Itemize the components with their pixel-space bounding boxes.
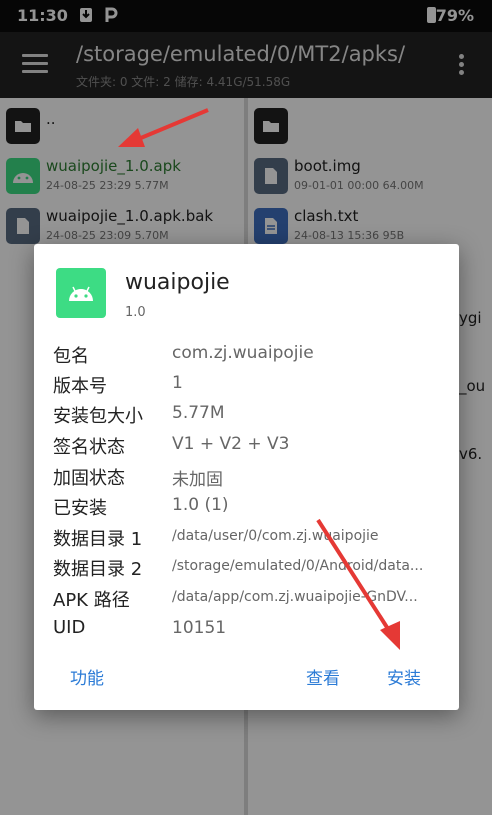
info-label-data-dir-2: 数据目录 2 — [53, 559, 143, 580]
info-label-apk-path: APK 路径 — [53, 590, 130, 611]
info-label-package: 包名 — [53, 346, 89, 367]
android-app-icon — [56, 268, 106, 318]
info-value-data-dir-1[interactable]: /data/user/0/com.zj.wuaipojie — [172, 528, 440, 544]
info-value-version-code: 1 — [172, 373, 183, 393]
app-version: 1.0 — [125, 305, 146, 320]
app-name: wuaipojie — [125, 270, 230, 295]
info-label-signature: 签名状态 — [53, 437, 125, 458]
info-value-apk-path[interactable]: /data/app/com.zj.wuaipojie-GnDV... — [172, 589, 440, 605]
install-button[interactable]: 安装 — [387, 664, 421, 689]
apk-info-dialog: wuaipojie 1.0 包名 com.zj.wuaipojie 版本号 1 … — [34, 244, 459, 710]
info-value-size: 5.77M — [172, 403, 225, 423]
info-label-protection: 加固状态 — [53, 468, 125, 489]
info-label-uid: UID — [53, 617, 86, 638]
info-value-signature: V1 + V2 + V3 — [172, 434, 290, 454]
info-label-data-dir-1: 数据目录 1 — [53, 529, 143, 550]
info-value-package: com.zj.wuaipojie — [172, 343, 314, 363]
info-value-protection: 未加固 — [172, 470, 223, 490]
info-value-installed: 1.0 (1) — [172, 495, 229, 515]
info-value-data-dir-2[interactable]: /storage/emulated/0/Android/data... — [172, 558, 440, 574]
info-label-installed: 已安装 — [53, 498, 107, 519]
info-value-uid: 10151 — [172, 618, 227, 638]
view-button[interactable]: 查看 — [306, 664, 340, 689]
function-button[interactable]: 功能 — [70, 664, 104, 689]
info-label-version-code: 版本号 — [53, 376, 107, 397]
info-label-size: 安装包大小 — [53, 406, 143, 427]
